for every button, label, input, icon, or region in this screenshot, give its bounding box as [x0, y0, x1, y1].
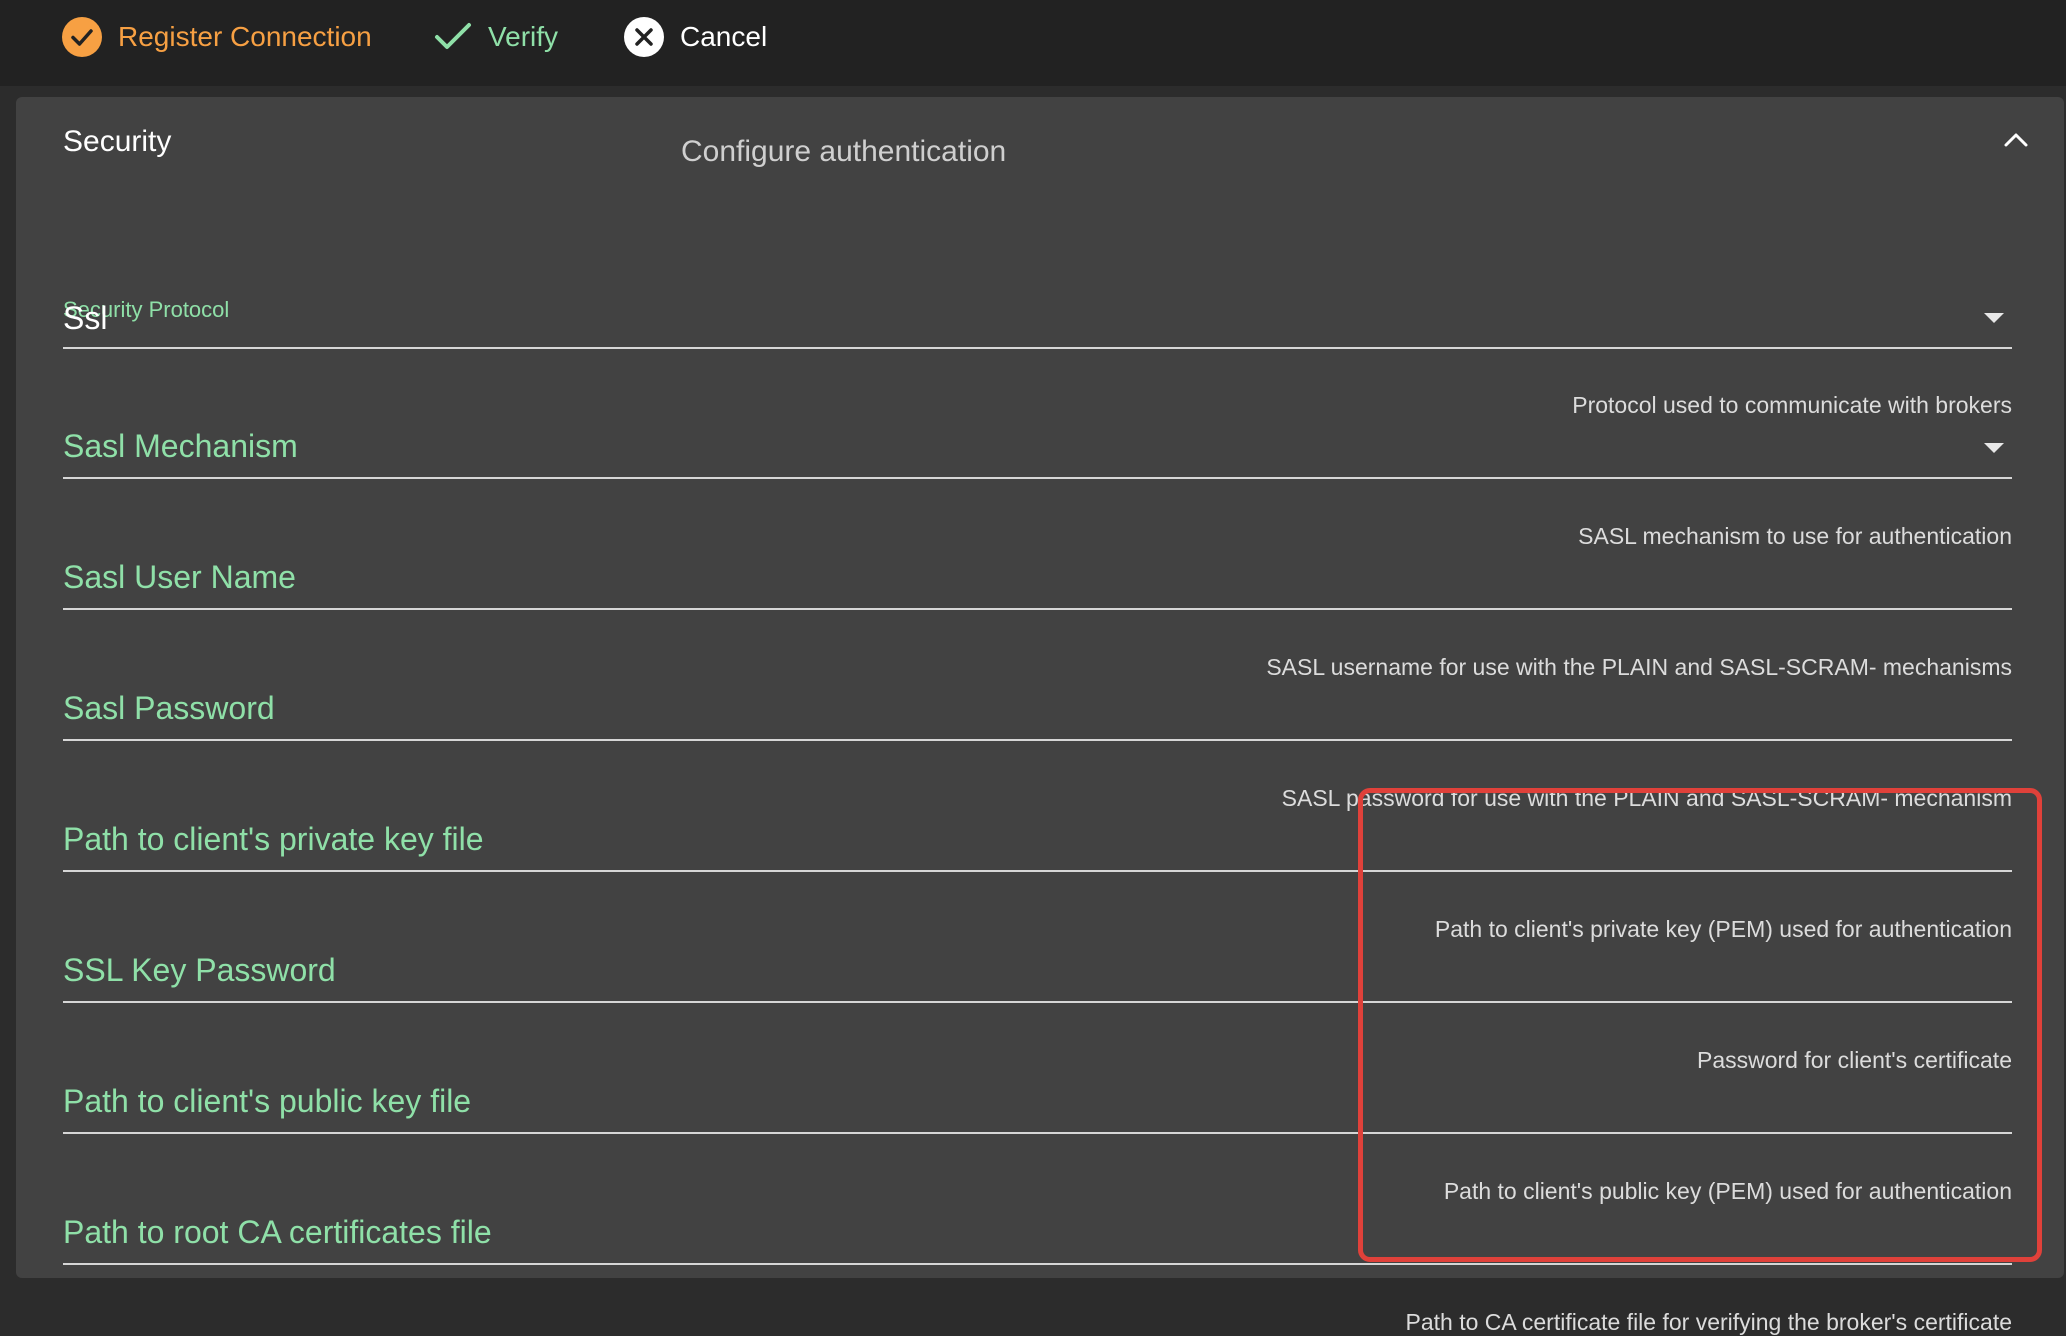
- private-key-path-placeholder: Path to client's private key file: [63, 821, 484, 857]
- section-subtitle: Configure authentication: [681, 135, 1007, 168]
- sasl-mechanism-hint: SASL mechanism to use for authentication: [1578, 523, 2012, 549]
- public-key-path-hint: Path to client's public key (PEM) used f…: [1443, 1178, 2012, 1204]
- cancel-button[interactable]: Cancel: [624, 14, 767, 60]
- register-connection-label: Register Connection: [118, 21, 372, 52]
- public-key-path-placeholder: Path to client's public key file: [63, 1083, 472, 1119]
- ca-cert-path-input[interactable]: Path to root CA certificates file: [63, 1205, 2012, 1265]
- close-circle-icon: [624, 17, 664, 57]
- check-circle-icon: [62, 17, 102, 57]
- private-key-path-hint: Path to client's private key (PEM) used …: [1434, 916, 2012, 942]
- register-connection-button[interactable]: Register Connection: [62, 14, 372, 60]
- private-key-path-input[interactable]: Path to client's private key file: [63, 812, 2012, 872]
- section-title: Security: [63, 125, 172, 158]
- cancel-label: Cancel: [680, 21, 768, 52]
- security-protocol-hint: Protocol used to communicate with broker…: [1572, 392, 2012, 418]
- chevron-up-icon: [2003, 132, 2029, 153]
- check-icon: [434, 22, 472, 52]
- ca-cert-path-placeholder: Path to root CA certificates file: [63, 1214, 492, 1250]
- security-panel: Security Configure authentication Securi…: [16, 97, 2064, 1335]
- caret-down-icon: [1984, 443, 2004, 453]
- ssl-key-password-placeholder: SSL Key Password: [63, 952, 336, 988]
- verify-label: Verify: [488, 21, 559, 52]
- ssl-key-password-hint: Password for client's certificate: [1696, 1047, 2012, 1073]
- verify-button[interactable]: Verify: [434, 14, 558, 60]
- sasl-mechanism-placeholder: Sasl Mechanism: [63, 428, 298, 464]
- action-toolbar: Register Connection Verify Cancel: [0, 0, 2066, 86]
- ca-cert-path-hint: Path to CA certificate file for verifyin…: [1405, 1309, 2012, 1335]
- sasl-user-name-input[interactable]: Sasl User Name: [63, 550, 2012, 610]
- sasl-user-name-placeholder: Sasl User Name: [63, 559, 296, 595]
- sasl-password-hint: SASL password for use with the PLAIN and…: [1281, 785, 2012, 811]
- collapse-section-button[interactable]: [1998, 127, 2034, 157]
- caret-down-icon: [1984, 313, 2004, 323]
- sasl-password-placeholder: Sasl Password: [63, 690, 275, 726]
- ssl-key-password-input[interactable]: SSL Key Password: [63, 943, 2012, 1003]
- sasl-password-input[interactable]: Sasl Password: [63, 681, 2012, 741]
- public-key-path-input[interactable]: Path to client's public key file: [63, 1074, 2012, 1134]
- security-protocol-value: Ssl: [63, 300, 108, 336]
- security-protocol-select[interactable]: Security Protocol Ssl: [63, 287, 2012, 349]
- sasl-mechanism-select[interactable]: Sasl Mechanism: [63, 419, 2012, 479]
- sasl-user-name-hint: SASL username for use with the PLAIN and…: [1266, 654, 2012, 680]
